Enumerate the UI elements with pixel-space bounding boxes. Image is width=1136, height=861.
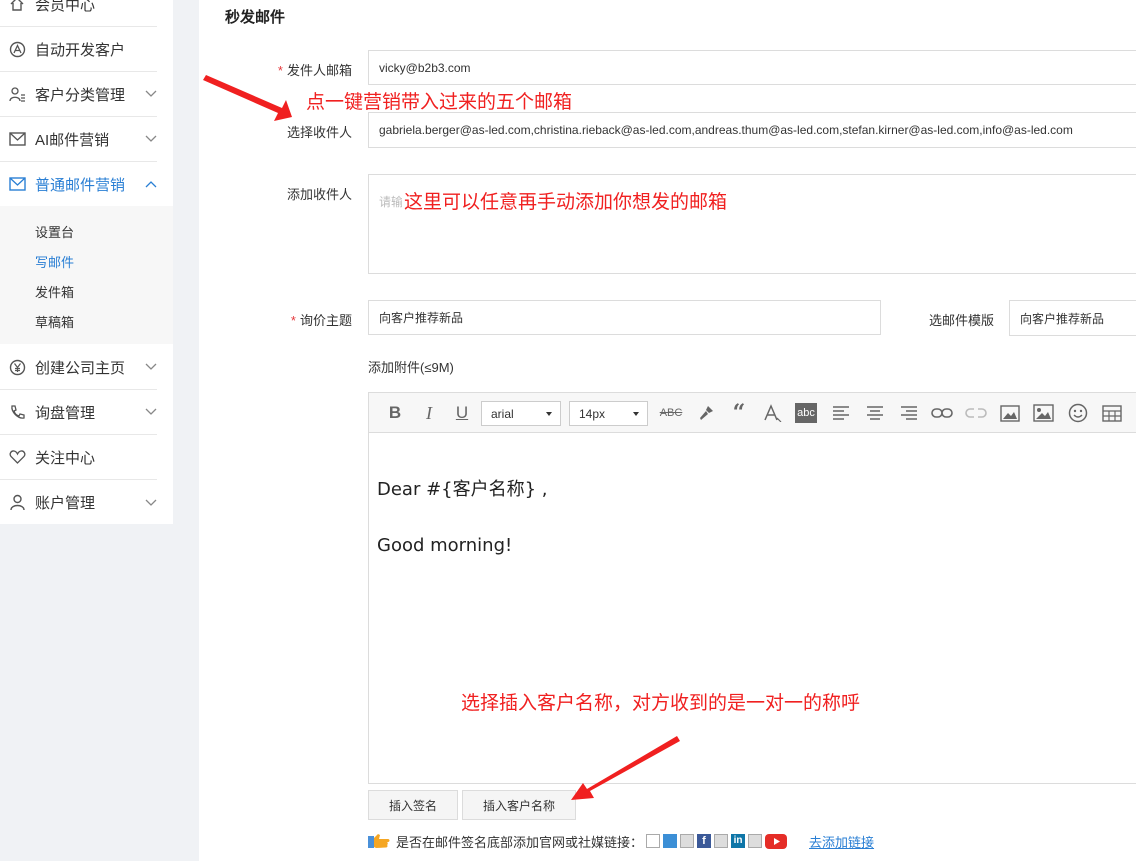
annotation-arrow-2 xyxy=(571,736,680,800)
annotation-add-recipients: 这里可以任意再手动添加你想发的邮箱 xyxy=(402,187,730,214)
annotation-arrows xyxy=(203,75,680,800)
annotation-insert-name: 选择插入客户名称，对方收到的是一对一的称呼 xyxy=(461,692,861,714)
annotation-recipients: 点一键营销带入过来的五个邮箱 xyxy=(306,91,573,113)
annotation-arrow-1 xyxy=(203,75,292,121)
